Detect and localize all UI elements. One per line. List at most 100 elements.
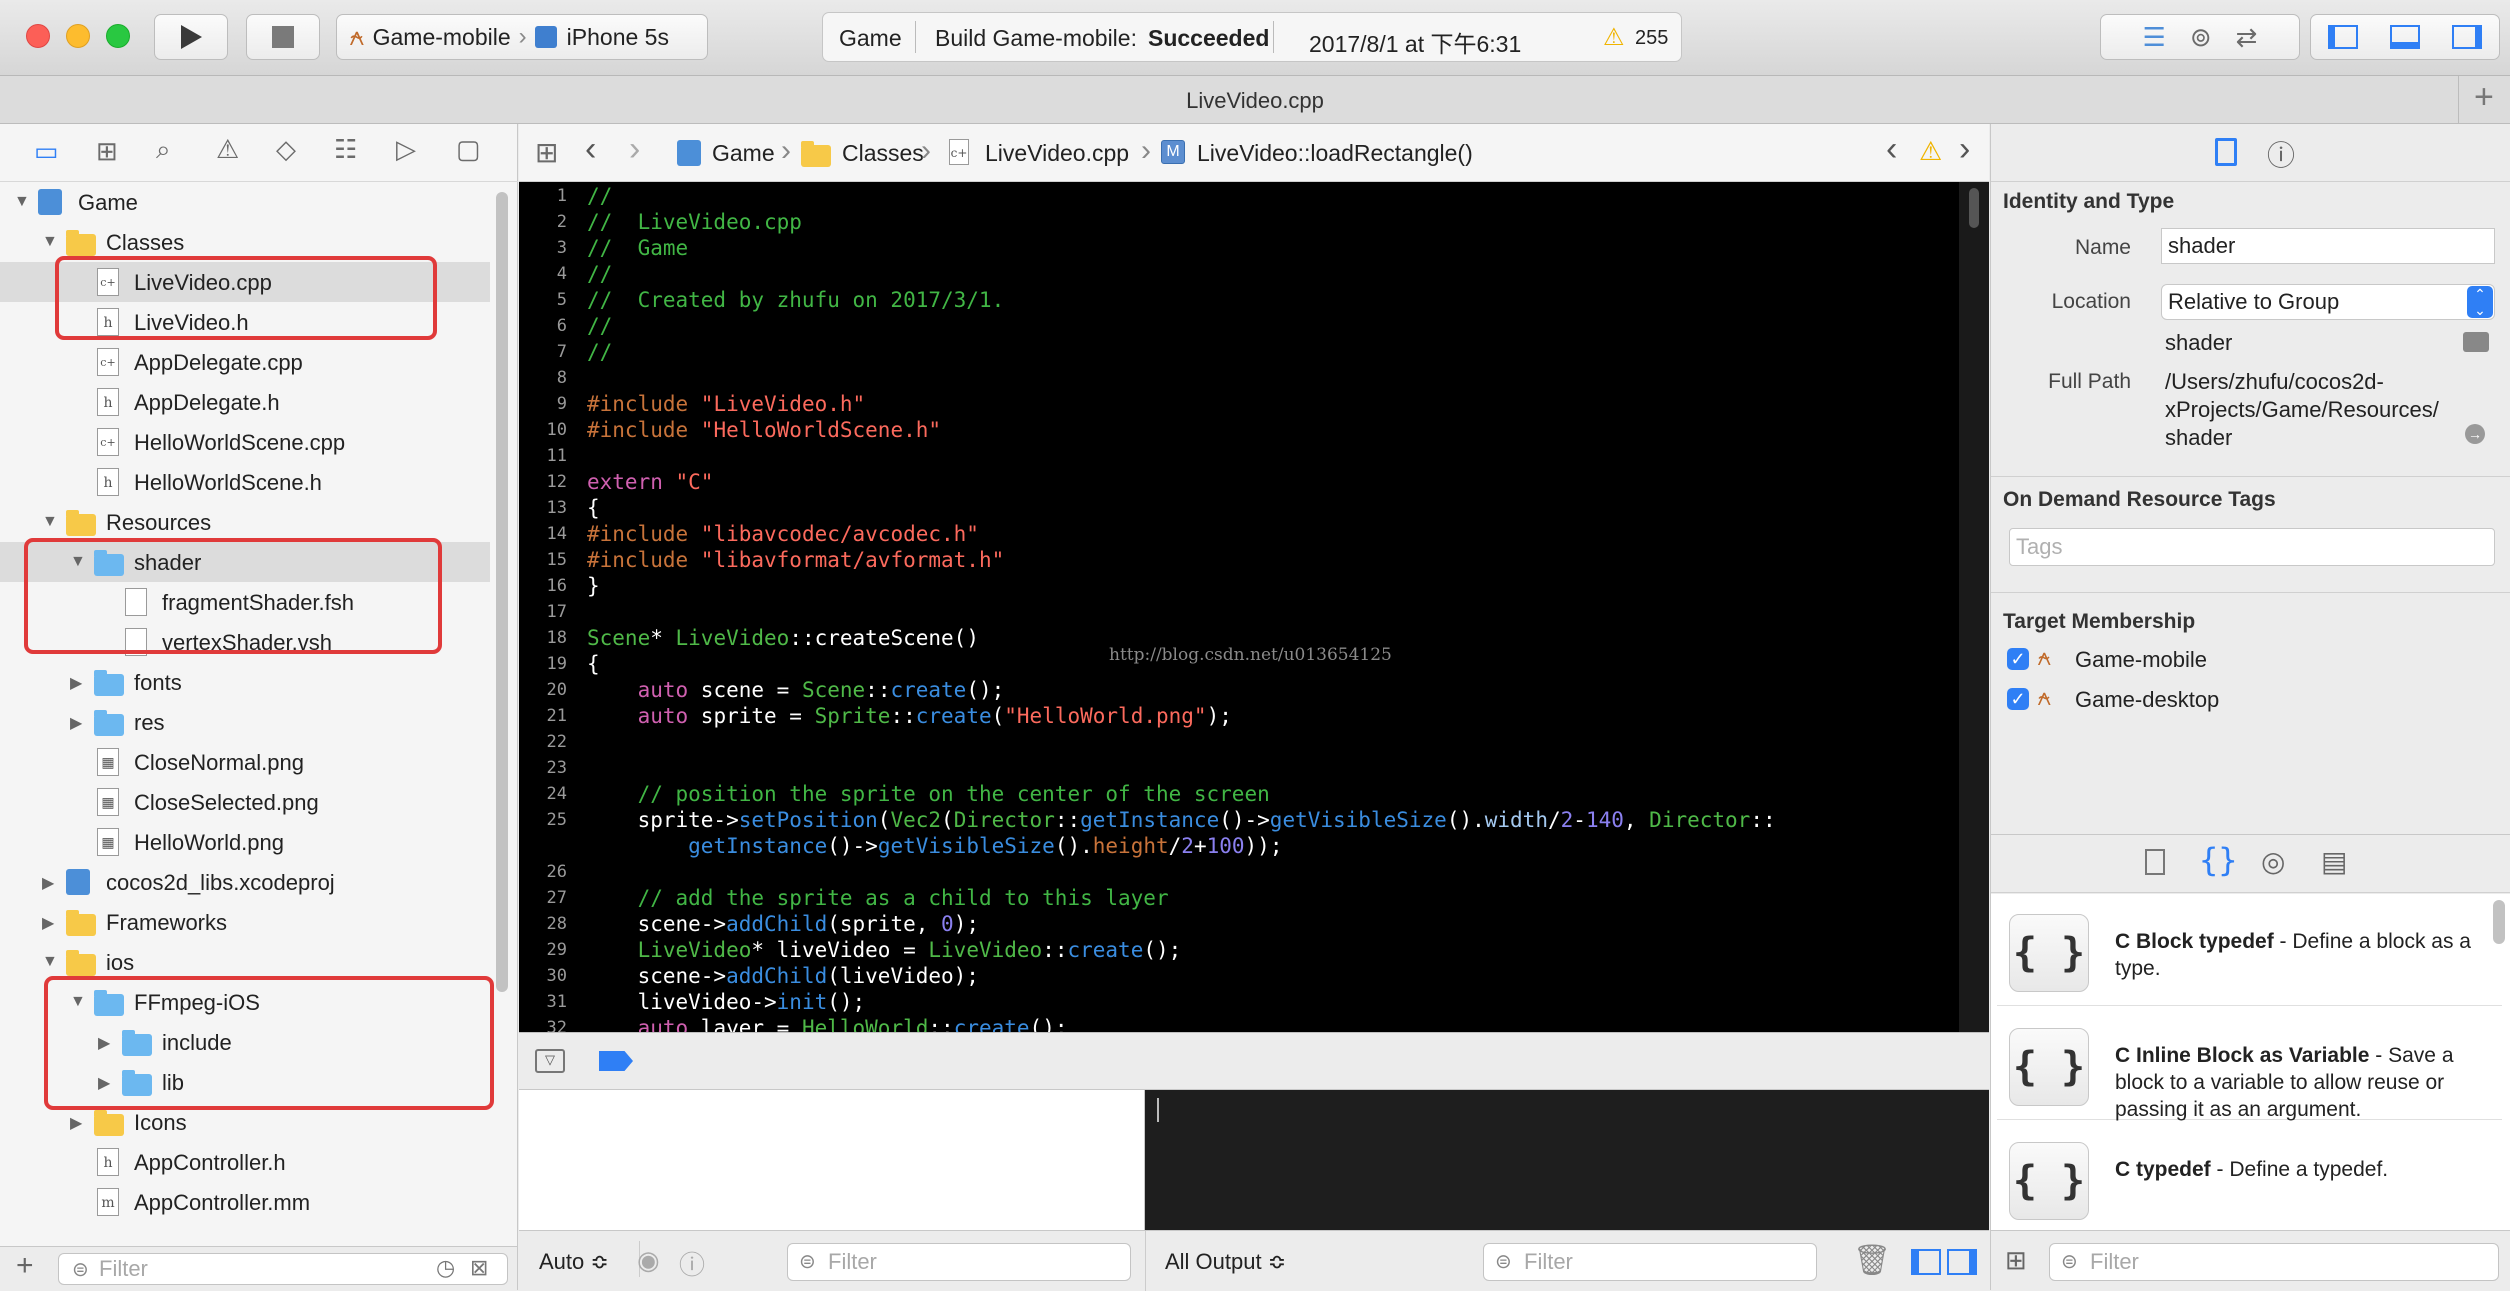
- toggle-inspector-icon[interactable]: [2452, 25, 2482, 49]
- status-time[interactable]: 2017/8/1 at 下午6:31: [1309, 25, 1521, 59]
- output-select[interactable]: All Output ≎: [1165, 1249, 1286, 1275]
- issue-warning-icon[interactable]: ⚠: [216, 134, 239, 165]
- forward-chevron-icon[interactable]: ›: [629, 130, 640, 169]
- warning-icon[interactable]: ⚠: [1919, 136, 1942, 167]
- navigator-scrollbar[interactable]: [496, 192, 508, 992]
- add-file-button[interactable]: +: [16, 1249, 34, 1283]
- navigator-item[interactable]: m AppController.mm: [0, 1182, 490, 1222]
- test-diamond-icon[interactable]: ◇: [276, 134, 296, 165]
- help-icon[interactable]: ⓘ: [2267, 134, 2295, 174]
- navigator-item[interactable]: h AppController.h: [0, 1142, 490, 1182]
- disclosure-open-icon[interactable]: ▼: [42, 953, 58, 971]
- navigator-item[interactable]: h AppDelegate.h: [0, 382, 490, 422]
- navigator-item-label: Icons: [134, 1110, 187, 1135]
- search-icon[interactable]: ⌕: [156, 134, 171, 166]
- add-tab-button[interactable]: +: [2474, 78, 2494, 117]
- navigator-item[interactable]: ▶ cocos2d_libs.xcodeproj: [0, 862, 490, 902]
- close-window-button[interactable]: [26, 24, 50, 48]
- breakpoint-icon[interactable]: ▷: [396, 134, 416, 165]
- editor-scrollbar[interactable]: [1959, 182, 1989, 1032]
- warning-count[interactable]: 255: [1635, 27, 1668, 50]
- minimize-window-button[interactable]: [66, 24, 90, 48]
- debug-list-icon[interactable]: ☷: [334, 134, 357, 165]
- toggle-navigator-icon[interactable]: [2328, 25, 2358, 49]
- version-editor-icon[interactable]: ⇄: [2236, 22, 2258, 53]
- library-scrollbar[interactable]: [2493, 900, 2505, 944]
- folder-icon[interactable]: [2463, 332, 2489, 352]
- navigator-item[interactable]: ▼ Resources: [0, 502, 490, 542]
- eye-icon[interactable]: ◉: [637, 1245, 660, 1276]
- object-library-icon[interactable]: ◎: [2261, 845, 2285, 878]
- code-line: sprite->setPosition(Vec2(Director::getIn…: [587, 808, 1776, 832]
- zoom-window-button[interactable]: [106, 24, 130, 48]
- next-issue-icon[interactable]: ›: [1959, 130, 1970, 169]
- target-checkbox[interactable]: ✓: [2007, 648, 2029, 670]
- symbol-navigator-icon[interactable]: ⊞: [96, 136, 118, 167]
- disclosure-open-icon[interactable]: ▼: [42, 513, 58, 531]
- crumb-method[interactable]: LiveVideo::loadRectangle(): [1197, 140, 1473, 167]
- toggle-debug-area-icon[interactable]: [2390, 25, 2420, 49]
- navigator-item[interactable]: ▦ HelloWorld.png: [0, 822, 490, 862]
- show-variables-icon[interactable]: [1911, 1249, 1941, 1275]
- navigator-item[interactable]: c+ AppDelegate.cpp: [0, 342, 490, 382]
- navigator-item[interactable]: ▦ CloseSelected.png: [0, 782, 490, 822]
- previous-issue-icon[interactable]: ‹: [1886, 130, 1897, 169]
- hide-debug-area-icon[interactable]: ▽: [535, 1049, 565, 1073]
- grid-view-icon[interactable]: ⊞: [2005, 1245, 2027, 1276]
- navigator-item[interactable]: ▶ fonts: [0, 662, 490, 702]
- source-editor[interactable]: 1 2 3 4 5 6 7 8 9 10 11 12 13 14 15 16 17 18 19 20 21 22 23 24 2…: [519, 182, 1959, 1032]
- media-library-icon[interactable]: ▤: [2321, 845, 2347, 878]
- navigator-item[interactable]: c+ HelloWorldScene.cpp: [0, 422, 490, 462]
- crumb-file[interactable]: LiveVideo.cpp: [985, 140, 1129, 167]
- folder-icon[interactable]: ▭: [34, 136, 59, 167]
- show-console-icon[interactable]: [1947, 1249, 1977, 1275]
- file-template-icon[interactable]: [2145, 849, 2165, 875]
- scroll-thumb[interactable]: [1969, 188, 1979, 228]
- stop-button[interactable]: [246, 14, 320, 60]
- snippet-item[interactable]: { } C Block typedef - Define a block as a…: [1997, 894, 2502, 1006]
- trash-icon[interactable]: 🗑: [1853, 1243, 1891, 1278]
- location-select[interactable]: Relative to Group: [2161, 284, 2495, 320]
- line-number: 9: [556, 394, 567, 414]
- disclosure-closed-icon[interactable]: ▶: [70, 673, 82, 693]
- disclosure-closed-icon[interactable]: ▶: [42, 913, 54, 933]
- variables-filter-input[interactable]: Filter: [787, 1243, 1131, 1281]
- assistant-editor-icon[interactable]: ⊚: [2190, 22, 2212, 53]
- crumb-project[interactable]: Game: [712, 140, 775, 167]
- name-field[interactable]: shader: [2161, 228, 2495, 264]
- tab-livevideo-cpp[interactable]: LiveVideo.cpp: [0, 88, 2510, 114]
- variables-scope-select[interactable]: Auto ≎: [539, 1249, 609, 1275]
- scm-filter-icon[interactable]: ⊠: [470, 1255, 488, 1281]
- disclosure-closed-icon[interactable]: ▶: [70, 1113, 82, 1133]
- variables-view[interactable]: [519, 1090, 1145, 1246]
- code-snippet-icon[interactable]: {}: [2199, 841, 2238, 879]
- console-output[interactable]: [1145, 1090, 1989, 1246]
- library-filter-input[interactable]: Filter: [2049, 1243, 2499, 1281]
- navigator-item[interactable]: ▶ Frameworks: [0, 902, 490, 942]
- reveal-in-finder-icon[interactable]: →: [2465, 424, 2485, 444]
- navigator-item[interactable]: ▶ res: [0, 702, 490, 742]
- scheme-selector[interactable]: ⍲ Game-mobile › iPhone 5s: [336, 14, 708, 60]
- file-inspector-icon[interactable]: [2215, 138, 2237, 166]
- run-button[interactable]: [154, 14, 228, 60]
- console-filter-input[interactable]: Filter: [1483, 1243, 1817, 1281]
- disclosure-open-icon[interactable]: ▼: [14, 193, 30, 211]
- back-chevron-icon[interactable]: ‹: [585, 130, 596, 169]
- navigator-item[interactable]: ▼ Game: [0, 182, 490, 222]
- recent-files-icon[interactable]: ◷: [436, 1255, 455, 1281]
- snippet-item[interactable]: { } C typedef - Define a typedef.: [1997, 1122, 2502, 1234]
- navigator-item[interactable]: ▦ CloseNormal.png: [0, 742, 490, 782]
- disclosure-closed-icon[interactable]: ▶: [70, 713, 82, 733]
- snippet-item[interactable]: { } C Inline Block as Variable - Save a b…: [1997, 1008, 2502, 1121]
- tags-input[interactable]: Tags: [2009, 528, 2495, 566]
- info-icon[interactable]: ⓘ: [679, 1245, 705, 1282]
- breakpoints-toggle-icon[interactable]: [599, 1051, 633, 1071]
- report-icon[interactable]: ▢: [456, 134, 481, 165]
- standard-editor-icon[interactable]: ☰: [2143, 22, 2166, 53]
- navigator-item[interactable]: h HelloWorldScene.h: [0, 462, 490, 502]
- crumb-group[interactable]: Classes: [842, 140, 924, 167]
- target-checkbox[interactable]: ✓: [2007, 688, 2029, 710]
- related-items-icon[interactable]: ⊞: [535, 136, 558, 169]
- disclosure-closed-icon[interactable]: ▶: [42, 873, 54, 893]
- disclosure-open-icon[interactable]: ▼: [42, 233, 58, 251]
